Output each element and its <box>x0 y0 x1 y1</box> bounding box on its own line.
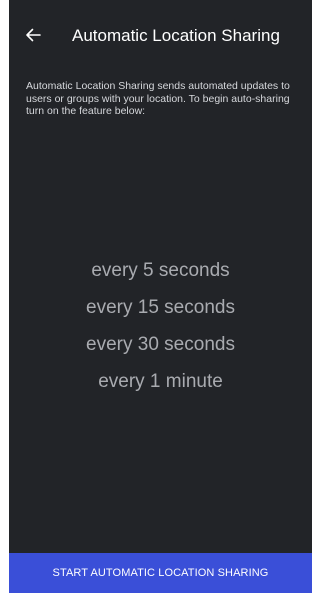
interval-option-30s[interactable]: every 30 seconds <box>86 326 235 363</box>
interval-option-5s[interactable]: every 5 seconds <box>91 252 229 289</box>
page-title: Automatic Location Sharing <box>72 26 280 45</box>
description-text: Automatic Location Sharing sends automat… <box>26 80 290 117</box>
arrow-left-icon <box>26 28 41 42</box>
interval-option-15s[interactable]: every 15 seconds <box>86 289 235 326</box>
back-button[interactable] <box>22 24 44 46</box>
interval-option-1m[interactable]: every 1 minute <box>98 363 223 400</box>
interval-picker[interactable]: every 5 seconds every 15 seconds every 3… <box>9 252 312 400</box>
start-sharing-button[interactable]: START AUTOMATIC LOCATION SHARING <box>9 553 312 593</box>
screen: Automatic Location Sharing Automatic Loc… <box>9 0 312 593</box>
app-bar: Automatic Location Sharing <box>9 0 312 70</box>
